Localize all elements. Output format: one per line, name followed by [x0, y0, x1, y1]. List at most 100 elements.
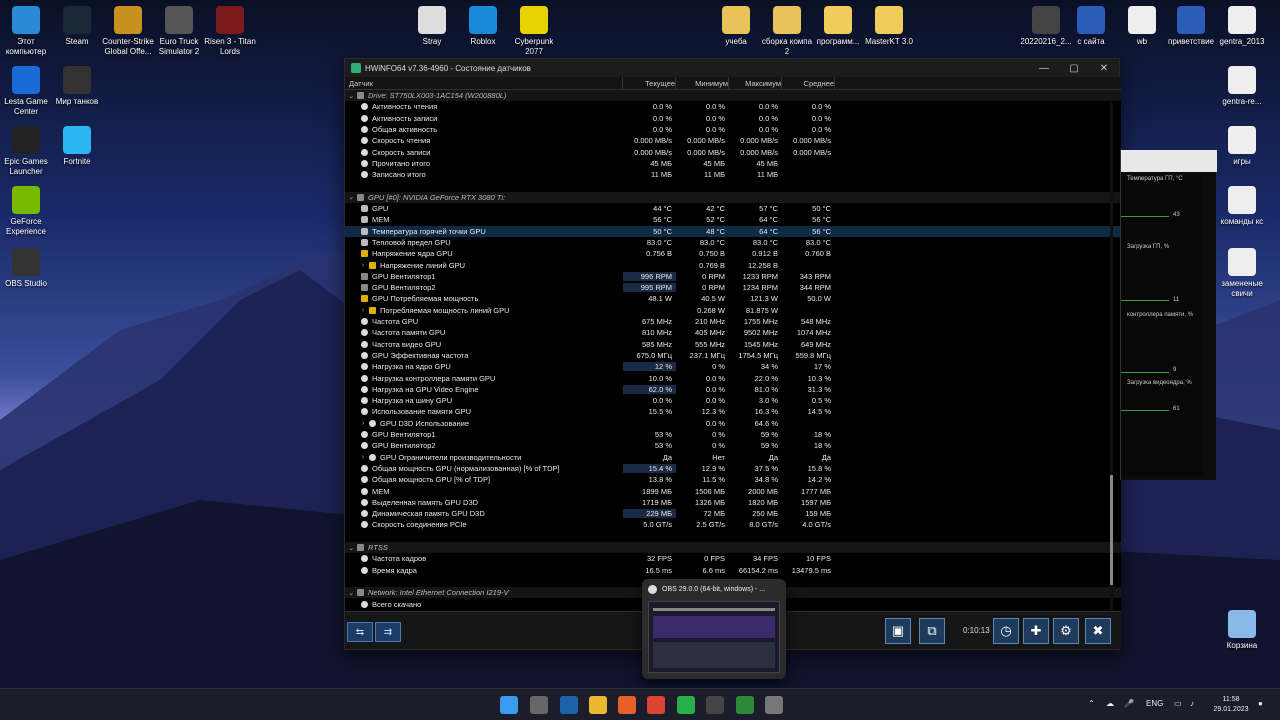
vertical-scrollbar[interactable]	[1110, 103, 1113, 633]
desktop-icon[interactable]: Fortnite	[49, 126, 105, 167]
sensor-row[interactable]: GPU Вентилятор1 996 RPM 0 RPM 1233 RPM 343 R…	[345, 271, 1121, 282]
column-header-max[interactable]: Максимум	[729, 77, 782, 89]
volume-icon[interactable]: ♪	[1190, 699, 1194, 708]
taskbar-clock[interactable]: 11:58 29.01.2023	[1206, 695, 1256, 715]
column-header-sensor[interactable]: Датчик	[345, 77, 623, 89]
layout-icon[interactable]: ⧉	[919, 618, 945, 644]
expand-caret-icon[interactable]: ›	[357, 420, 369, 427]
sensor-row[interactable]: Общая мощность GPU [% of TDP] 13.8 % 11.5 …	[345, 474, 1121, 485]
sensor-group-row[interactable]: ⌄ Drive: ST750LX003-1AC154 (W200880L)	[345, 90, 1121, 102]
wifi-icon[interactable]: ▭	[1174, 699, 1182, 708]
collapse-caret-icon[interactable]: ⌄	[345, 92, 357, 100]
sensor-group-row[interactable]: ⌄ RTSS	[345, 541, 1121, 554]
desktop-icon[interactable]: Risen 3 - Titan Lords	[202, 6, 258, 57]
desktop-icon[interactable]: учеба	[708, 6, 764, 47]
sensor-row[interactable]: Динамическая память GPU D3D 229 МБ 72 МБ 25…	[345, 508, 1121, 519]
sensor-row[interactable]: Общая активность 0.0 % 0.0 % 0.0 % 0.0 %	[345, 124, 1121, 135]
desktop-icon[interactable]: замененые свичи	[1214, 248, 1270, 299]
settings-gear-icon[interactable]: ⚙	[1053, 618, 1079, 644]
expand-caret-icon[interactable]: ›	[357, 307, 369, 314]
desktop-icon[interactable]: wb	[1114, 6, 1170, 47]
sensor-row[interactable]: Нагрузка контроллера памяти GPU 10.0 % 0.0…	[345, 372, 1121, 383]
sensor-row[interactable]: Частота кадров 32 FPS 0 FPS 34 FPS 10 FPS	[345, 553, 1121, 564]
sensor-row[interactable]: GPU Эффективная частота 675.0 МГц 237.1 МГ…	[345, 350, 1121, 361]
firefox-icon[interactable]	[618, 696, 636, 714]
network-tray-icon[interactable]: ☁	[1106, 699, 1114, 708]
sensor-row[interactable]: › GPU Ограничители производительности Да Не…	[345, 452, 1121, 463]
desktop-icon[interactable]: Мир танков	[49, 66, 105, 107]
sensor-row[interactable]: Нагрузка на ядро GPU 12 % 0 % 34 % 17 %	[345, 361, 1121, 372]
nav-right-icon[interactable]: ⇉	[375, 622, 401, 642]
sensor-row[interactable]: MEM 1899 МБ 1506 МБ 2000 МБ 1777 МБ	[345, 485, 1121, 496]
collapse-caret-icon[interactable]: ⌄	[345, 544, 357, 552]
desktop-icon[interactable]: GeForce Experience	[0, 186, 54, 237]
sensor-row[interactable]: Активность чтения 0.0 % 0.0 % 0.0 % 0.0 %	[345, 101, 1121, 112]
desktop-icon[interactable]: команды кс	[1214, 186, 1270, 227]
sensor-row[interactable]: MEM 56 °C 52 °C 64 °C 56 °C	[345, 214, 1121, 225]
xbox-icon[interactable]	[736, 696, 754, 714]
expand-caret-icon[interactable]: ›	[357, 262, 369, 269]
desktop-icon[interactable]: сборка компа 2	[759, 6, 815, 57]
collapse-caret-icon[interactable]: ⌄	[345, 589, 357, 597]
desktop-icon[interactable]: программ...	[810, 6, 866, 47]
desktop-icon[interactable]: Counter-Strike Global Offe...	[100, 6, 156, 57]
obs-preview-thumbnail[interactable]	[648, 601, 780, 673]
desktop-icon[interactable]: игры	[1214, 126, 1270, 167]
close-button[interactable]: ✕	[1089, 63, 1119, 74]
calculator-icon[interactable]	[530, 696, 548, 714]
sensor-row[interactable]: Нагрузка на GPU Video Engine 62.0 % 0.0 % 8…	[345, 384, 1121, 395]
desktop-icon[interactable]: Этот компьютер	[0, 6, 54, 57]
window-titlebar[interactable]: HWiNFO64 v7.36-4960 - Состояние датчиков…	[345, 59, 1119, 77]
sensor-row[interactable]: GPU Вентилятор2 53 % 0 % 59 % 18 %	[345, 440, 1121, 451]
nav-left-icon[interactable]: ⇆	[347, 622, 373, 642]
tray-overflow-icon[interactable]: ⌃	[1088, 699, 1095, 708]
sensor-row[interactable]: Прочитано итого 45 МБ 45 МБ 45 МБ	[345, 158, 1121, 169]
sensor-row[interactable]: Частота GPU 675 MHz 210 MHz 1755 MHz 548 MHz	[345, 316, 1121, 327]
close-sensors-icon[interactable]: ✖	[1085, 618, 1111, 644]
column-header-current[interactable]: Текущее	[623, 77, 676, 89]
add-report-icon[interactable]: ✚	[1023, 618, 1049, 644]
chrome-icon[interactable]	[647, 696, 665, 714]
desktop-icon[interactable]: Lesta Game Center	[0, 66, 54, 117]
desktop-icon[interactable]: Steam	[49, 6, 105, 47]
sensor-row[interactable]: GPU Вентилятор1 53 % 0 % 59 % 18 %	[345, 429, 1121, 440]
sensor-row[interactable]: › Потребляемая мощность линий GPU 0.268 W 8…	[345, 305, 1121, 316]
sensor-row[interactable]: Записано итого 11 МБ 11 МБ 11 МБ	[345, 169, 1121, 180]
scrollbar-thumb[interactable]	[1110, 475, 1113, 585]
obs-taskbar-preview[interactable]: OBS 29.0.0 (64-bit, windows) - ...	[642, 579, 786, 679]
sensor-group-row[interactable]: ⌄ GPU [#0]: NVIDIA GeForce RTX 3080 Ti:	[345, 191, 1121, 203]
desktop-icon[interactable]: приветствие	[1163, 6, 1219, 47]
sensor-row[interactable]: Температура горячей точки GPU 50 °C 48 °C 6…	[345, 225, 1121, 237]
desktop-icon[interactable]: Epic Games Launcher	[0, 126, 54, 177]
notification-icon[interactable]: ●	[1258, 699, 1263, 708]
minimize-button[interactable]: —	[1029, 63, 1059, 74]
hwinfo-icon[interactable]	[765, 696, 783, 714]
maximize-button[interactable]: ▢	[1059, 63, 1089, 74]
desktop-icon[interactable]: с сайта	[1063, 6, 1119, 47]
microphone-icon[interactable]: 🎤	[1124, 699, 1134, 708]
sensor-row[interactable]: GPU Вентилятор2 995 RPM 0 RPM 1234 RPM 344 R…	[345, 282, 1121, 293]
sensor-row[interactable]: Тепловой предел GPU 83.0 °C 83.0 °C 83.0 °C…	[345, 237, 1121, 248]
sensor-row[interactable]: Скорость соединения PCIe 5.0 GT/s 2.5 GT/s…	[345, 519, 1121, 530]
desktop-icon[interactable]: Cyberpunk 2077	[506, 6, 562, 57]
sensor-row[interactable]: Выделенная память GPU D3D 1719 МБ 1326 МБ 1…	[345, 497, 1121, 508]
sensor-row[interactable]: Общая мощность GPU (нормализованная) [% …	[345, 463, 1121, 474]
sensor-row[interactable]: Скорость записи 0.000 MB/s 0.000 MB/s 0.000…	[345, 146, 1121, 157]
whatsapp-icon[interactable]	[677, 696, 695, 714]
sensor-row[interactable]: Частота видео GPU 585 MHz 555 MHz 1545 MHz 6…	[345, 339, 1121, 350]
sensor-row[interactable]: › GPU D3D Использование 0.0 % 64.6 %	[345, 418, 1121, 429]
desktop-icon[interactable]: MasterKT 3.0	[861, 6, 917, 47]
expand-caret-icon[interactable]: ›	[357, 454, 369, 461]
sensor-row[interactable]: Нагрузка на шину GPU 0.0 % 0.0 % 3.0 % 0.5 %	[345, 395, 1121, 406]
sensor-row[interactable]: GPU Потребляемая мощность 48.1 W 40.5 W 121…	[345, 293, 1121, 304]
monitor-network-icon[interactable]: ▣	[885, 618, 911, 644]
desktop-icon[interactable]: gentra_2013	[1214, 6, 1270, 47]
file-explorer-icon[interactable]	[589, 696, 607, 714]
language-indicator[interactable]: ENG	[1146, 699, 1163, 708]
column-header-avg[interactable]: Среднее	[782, 77, 835, 89]
column-header-min[interactable]: Минимум	[676, 77, 729, 89]
clock-icon[interactable]: ◷	[993, 618, 1019, 644]
obs-icon[interactable]	[706, 696, 724, 714]
sensor-row[interactable]: Частота памяти GPU 810 MHz 405 MHz 9502 MHz…	[345, 327, 1121, 338]
sensor-row[interactable]: Время кадра 16.5 ms 6.6 ms 66154.2 ms 13479.…	[345, 564, 1121, 575]
